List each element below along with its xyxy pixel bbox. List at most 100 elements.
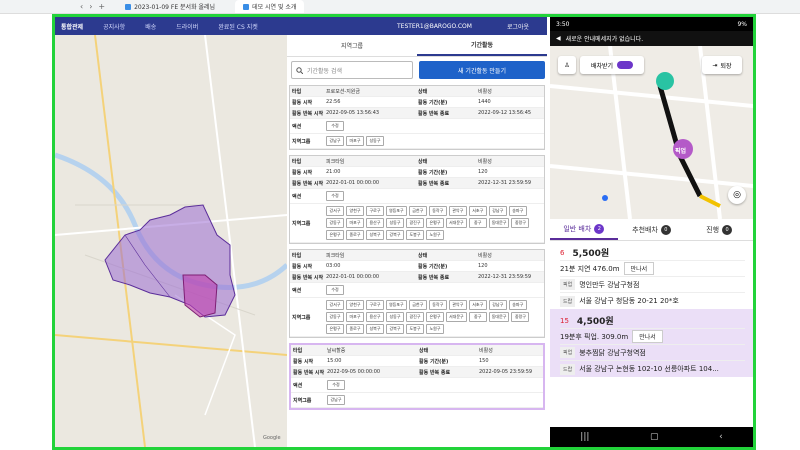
region-chip[interactable]: 송파구: [508, 206, 527, 216]
region-chip[interactable]: 종로구: [346, 230, 364, 240]
tab-period-activity[interactable]: 기간활동: [417, 35, 547, 56]
tab-region-group[interactable]: 지역그룹: [287, 35, 417, 56]
edit-button[interactable]: 수정: [326, 121, 344, 131]
activity-card[interactable]: 타입 날씨할증 상태 비활성 활동 시작 15:00 활동 기간(분) 150 활동 반복 …: [289, 343, 545, 410]
meet-button[interactable]: 만나서: [623, 262, 655, 275]
region-chip[interactable]: 강남구: [327, 395, 345, 405]
edit-button[interactable]: 수정: [326, 285, 344, 295]
region-chip[interactable]: 강남구: [488, 300, 507, 310]
region-map[interactable]: Google: [55, 35, 287, 447]
tab-in-progress[interactable]: 진행 0: [685, 219, 753, 240]
region-chip[interactable]: 동작구: [428, 300, 447, 310]
region-chip[interactable]: 중랑구: [511, 312, 530, 322]
region-chip[interactable]: 도봉구: [406, 230, 424, 240]
region-chip[interactable]: 중구: [468, 218, 487, 228]
region-chip[interactable]: 은평구: [326, 230, 344, 240]
label-start: 활동 시작: [292, 263, 313, 270]
region-chip[interactable]: 중랑구: [511, 218, 530, 228]
nav-item-dashboard[interactable]: 통합관제: [55, 22, 93, 31]
locate-icon[interactable]: ◎: [728, 186, 746, 204]
region-chip[interactable]: 노원구: [426, 230, 444, 240]
region-chip[interactable]: 관악구: [448, 300, 467, 310]
region-chip[interactable]: 용산구: [366, 312, 384, 322]
region-chip[interactable]: 금천구: [408, 206, 427, 216]
meet-button[interactable]: 만나서: [632, 330, 663, 343]
region-chip[interactable]: 동대문구: [488, 312, 510, 322]
region-chip[interactable]: 송파구: [508, 300, 527, 310]
forward-icon[interactable]: ›: [89, 2, 92, 11]
region-chip[interactable]: 성동구: [386, 218, 404, 228]
region-chip[interactable]: 금천구: [408, 300, 427, 310]
region-chip[interactable]: 서초구: [468, 300, 487, 310]
recents-icon[interactable]: |||: [580, 432, 589, 442]
drop-tag: 드랍: [560, 363, 576, 375]
region-chip[interactable]: 강남구: [326, 136, 344, 146]
region-chip[interactable]: 서대문구: [446, 312, 467, 322]
region-chip[interactable]: 중구: [468, 312, 487, 322]
region-chip[interactable]: 성북구: [366, 324, 384, 334]
search-input[interactable]: 기간활동 검색: [291, 61, 413, 79]
region-chip[interactable]: 은평구: [426, 312, 444, 322]
region-chip[interactable]: 은평구: [326, 324, 344, 334]
logout-button[interactable]: 로그아웃: [507, 22, 529, 31]
activity-card[interactable]: 타입 프로모션-지원금 상태 비활성 활동 시작 22:56 활동 기간(분) 1440 활…: [289, 85, 545, 150]
user-icon[interactable]: ♙: [558, 56, 576, 74]
region-chip[interactable]: 양천구: [346, 300, 364, 310]
region-chip[interactable]: 동작구: [428, 206, 447, 216]
nav-item-cs[interactable]: 완료된 CS 지켓: [208, 22, 267, 31]
region-chip[interactable]: 노원구: [426, 324, 444, 334]
region-chip[interactable]: 성북구: [366, 230, 384, 240]
back-icon[interactable]: ‹: [719, 432, 723, 442]
region-chip[interactable]: 강동구: [326, 218, 344, 228]
region-chip[interactable]: 종로구: [346, 324, 364, 334]
exit-button[interactable]: ⇥ 퇴장: [702, 56, 742, 74]
order-item[interactable]: 15 4,500원 19분후 픽업. 309.0m 만나서 픽업 봉추찜닭 강남구청역…: [550, 309, 753, 377]
tab-general-dispatch[interactable]: 일반 배차 2: [550, 219, 618, 240]
browser-tab[interactable]: 2023-01-09 FE 분서화 올레님: [117, 0, 223, 13]
region-chip[interactable]: 강동구: [326, 312, 344, 322]
value-period: 120: [478, 263, 488, 269]
region-chip[interactable]: 동대문구: [488, 218, 510, 228]
region-chip[interactable]: 양천구: [346, 206, 364, 216]
region-chip[interactable]: 구로구: [366, 206, 384, 216]
edit-button[interactable]: 수정: [326, 191, 344, 201]
value-start: 15:00: [327, 358, 342, 364]
activity-card[interactable]: 타입 피크타임 상태 비활성 활동 시작 03:00 활동 기간(분) 120 활동 반복 …: [289, 249, 545, 338]
nav-item-notice[interactable]: 공지사항: [93, 22, 135, 31]
region-chip[interactable]: 광진구: [406, 218, 424, 228]
tab-recommended[interactable]: 추천배차 0: [618, 219, 686, 240]
home-icon[interactable]: ▢: [650, 432, 659, 442]
region-chip[interactable]: 강남구: [488, 206, 507, 216]
region-chip[interactable]: 마포구: [346, 218, 364, 228]
nav-item-delivery[interactable]: 배송: [135, 22, 166, 31]
region-chip[interactable]: 광진구: [406, 312, 424, 322]
region-chip[interactable]: 영등포구: [386, 300, 407, 310]
region-chip[interactable]: 관악구: [448, 206, 467, 216]
region-chip[interactable]: 서대문구: [446, 218, 467, 228]
region-chip[interactable]: 서초구: [468, 206, 487, 216]
region-chip[interactable]: 강북구: [386, 324, 404, 334]
browser-tab-active[interactable]: 데모 시연 및 소개: [235, 0, 305, 13]
edit-button[interactable]: 수정: [327, 380, 345, 390]
region-chip[interactable]: 강서구: [326, 206, 344, 216]
region-chip[interactable]: 강서구: [326, 300, 344, 310]
region-chip[interactable]: 도봉구: [406, 324, 424, 334]
order-item[interactable]: 6 5,500원 21분 지연 476.0m 만나서 픽업 명인만두 강남구청점 드랍…: [550, 241, 753, 309]
order-number: 6: [560, 248, 565, 257]
dispatch-toggle[interactable]: 배차받기: [580, 56, 644, 74]
region-chip[interactable]: 영등포구: [386, 206, 407, 216]
region-chip[interactable]: 성동구: [386, 312, 404, 322]
region-chip[interactable]: 성동구: [366, 136, 384, 146]
new-activity-button[interactable]: 새 기간활동 만들기: [419, 61, 545, 79]
region-chip[interactable]: 강북구: [386, 230, 404, 240]
back-icon[interactable]: ‹: [80, 2, 83, 11]
activity-card[interactable]: 타입 피크타임 상태 비활성 활동 시작 21:00 활동 기간(분) 120 활동 반복 …: [289, 155, 545, 244]
region-chip[interactable]: 마포구: [346, 312, 364, 322]
region-chip[interactable]: 은평구: [426, 218, 444, 228]
phone-map[interactable]: ♙ 배차받기 ⇥ 퇴장 픽업 ◎: [550, 46, 753, 219]
new-tab-icon[interactable]: +: [98, 2, 105, 11]
region-chip[interactable]: 용산구: [366, 218, 384, 228]
region-chip[interactable]: 마포구: [346, 136, 364, 146]
nav-item-driver[interactable]: 드라이버: [166, 22, 208, 31]
region-chip[interactable]: 구로구: [366, 300, 384, 310]
